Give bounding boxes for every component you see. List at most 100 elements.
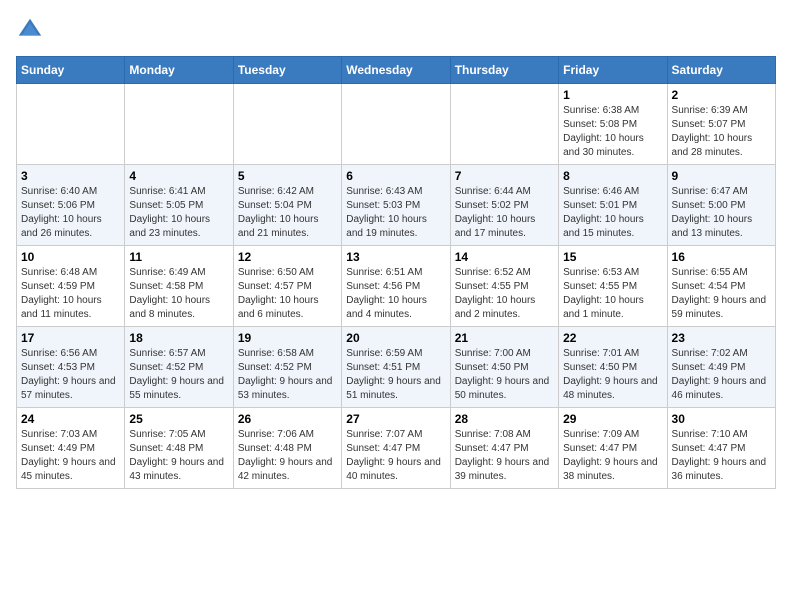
calendar-cell: 30Sunrise: 7:10 AM Sunset: 4:47 PM Dayli…: [667, 408, 775, 489]
calendar-cell: 15 Sunrise: 6:53 AM Sunset: 4:55 PM Dayli…: [559, 246, 667, 327]
calendar-cell: 29 Sunrise: 7:09 AM Sunset: 4:47 PM Dayli…: [559, 408, 667, 489]
logo: [16, 16, 48, 44]
day-number: 11: [129, 250, 228, 264]
day-number: 23: [672, 331, 771, 345]
calendar-cell: 16 Sunrise: 6:55 AM Sunset: 4:54 PM Dayli…: [667, 246, 775, 327]
day-info: Sunrise: 6:44 AM Sunset: 5:02 PM Dayligh…: [455, 185, 554, 241]
day-number: 22: [563, 331, 662, 345]
calendar-table: SundayMondayTuesdayWednesdayThursdayFrid…: [16, 56, 776, 489]
day-number: 17: [21, 331, 120, 345]
calendar-cell: 24Sunrise: 7:03 AM Sunset: 4:49 PM Dayli…: [17, 408, 125, 489]
calendar-cell: [450, 84, 558, 165]
calendar-header: SundayMondayTuesdayWednesdayThursdayFrid…: [17, 57, 776, 84]
page-header: [16, 16, 776, 44]
calendar-cell: [233, 84, 341, 165]
day-info: Sunrise: 7:03 AM Sunset: 4:49 PM Dayligh…: [21, 428, 120, 484]
day-info: Sunrise: 7:08 AM Sunset: 4:47 PM Dayligh…: [455, 428, 554, 484]
calendar-cell: 27 Sunrise: 7:07 AM Sunset: 4:47 PM Dayli…: [342, 408, 450, 489]
calendar-cell: [125, 84, 233, 165]
day-info: Sunrise: 7:10 AM Sunset: 4:47 PM Dayligh…: [672, 428, 771, 484]
day-number: 26: [238, 412, 337, 426]
weekday-header-friday: Friday: [559, 57, 667, 84]
calendar-cell: 4 Sunrise: 6:41 AM Sunset: 5:05 PM Daylig…: [125, 165, 233, 246]
calendar-cell: 9 Sunrise: 6:47 AM Sunset: 5:00 PM Daylig…: [667, 165, 775, 246]
calendar-week-1: 1 Sunrise: 6:38 AM Sunset: 5:08 PM Daylig…: [17, 84, 776, 165]
day-number: 13: [346, 250, 445, 264]
calendar-cell: 21Sunrise: 7:00 AM Sunset: 4:50 PM Dayli…: [450, 327, 558, 408]
day-number: 5: [238, 169, 337, 183]
day-number: 1: [563, 88, 662, 102]
weekday-header-tuesday: Tuesday: [233, 57, 341, 84]
day-number: 15: [563, 250, 662, 264]
calendar-cell: 5 Sunrise: 6:42 AM Sunset: 5:04 PM Daylig…: [233, 165, 341, 246]
calendar-week-2: 3 Sunrise: 6:40 AM Sunset: 5:06 PM Daylig…: [17, 165, 776, 246]
weekday-header-monday: Monday: [125, 57, 233, 84]
calendar-cell: 7Sunrise: 6:44 AM Sunset: 5:02 PM Daylig…: [450, 165, 558, 246]
day-info: Sunrise: 7:05 AM Sunset: 4:48 PM Dayligh…: [129, 428, 228, 484]
weekday-header-saturday: Saturday: [667, 57, 775, 84]
day-number: 9: [672, 169, 771, 183]
day-number: 2: [672, 88, 771, 102]
day-number: 28: [455, 412, 554, 426]
weekday-header-wednesday: Wednesday: [342, 57, 450, 84]
calendar-week-3: 10 Sunrise: 6:48 AM Sunset: 4:59 PM Dayli…: [17, 246, 776, 327]
calendar-cell: [342, 84, 450, 165]
day-number: 29: [563, 412, 662, 426]
day-info: Sunrise: 6:43 AM Sunset: 5:03 PM Dayligh…: [346, 185, 445, 241]
day-info: Sunrise: 6:50 AM Sunset: 4:57 PM Dayligh…: [238, 266, 337, 322]
day-number: 27: [346, 412, 445, 426]
day-info: Sunrise: 6:53 AM Sunset: 4:55 PM Dayligh…: [563, 266, 662, 322]
day-number: 12: [238, 250, 337, 264]
day-number: 10: [21, 250, 120, 264]
calendar-cell: 22Sunrise: 7:01 AM Sunset: 4:50 PM Dayli…: [559, 327, 667, 408]
day-number: 8: [563, 169, 662, 183]
calendar-cell: 12 Sunrise: 6:50 AM Sunset: 4:57 PM Dayli…: [233, 246, 341, 327]
day-info: Sunrise: 6:57 AM Sunset: 4:52 PM Dayligh…: [129, 347, 228, 403]
calendar-cell: 19Sunrise: 6:58 AM Sunset: 4:52 PM Dayli…: [233, 327, 341, 408]
day-info: Sunrise: 6:52 AM Sunset: 4:55 PM Dayligh…: [455, 266, 554, 322]
day-info: Sunrise: 6:38 AM Sunset: 5:08 PM Dayligh…: [563, 104, 662, 160]
day-info: Sunrise: 6:55 AM Sunset: 4:54 PM Dayligh…: [672, 266, 771, 322]
calendar-cell: [17, 84, 125, 165]
calendar-cell: 6Sunrise: 6:43 AM Sunset: 5:03 PM Daylig…: [342, 165, 450, 246]
day-info: Sunrise: 6:41 AM Sunset: 5:05 PM Dayligh…: [129, 185, 228, 241]
calendar-cell: 14Sunrise: 6:52 AM Sunset: 4:55 PM Dayli…: [450, 246, 558, 327]
day-info: Sunrise: 6:42 AM Sunset: 5:04 PM Dayligh…: [238, 185, 337, 241]
calendar-week-5: 24Sunrise: 7:03 AM Sunset: 4:49 PM Dayli…: [17, 408, 776, 489]
calendar-cell: 2Sunrise: 6:39 AM Sunset: 5:07 PM Daylig…: [667, 84, 775, 165]
day-info: Sunrise: 7:00 AM Sunset: 4:50 PM Dayligh…: [455, 347, 554, 403]
calendar-cell: 11Sunrise: 6:49 AM Sunset: 4:58 PM Dayli…: [125, 246, 233, 327]
calendar-cell: 3 Sunrise: 6:40 AM Sunset: 5:06 PM Daylig…: [17, 165, 125, 246]
day-info: Sunrise: 7:07 AM Sunset: 4:47 PM Dayligh…: [346, 428, 445, 484]
calendar-cell: 1 Sunrise: 6:38 AM Sunset: 5:08 PM Daylig…: [559, 84, 667, 165]
day-number: 3: [21, 169, 120, 183]
day-info: Sunrise: 7:06 AM Sunset: 4:48 PM Dayligh…: [238, 428, 337, 484]
calendar-cell: 28 Sunrise: 7:08 AM Sunset: 4:47 PM Dayli…: [450, 408, 558, 489]
day-number: 19: [238, 331, 337, 345]
weekday-header-thursday: Thursday: [450, 57, 558, 84]
weekday-header-sunday: Sunday: [17, 57, 125, 84]
day-number: 18: [129, 331, 228, 345]
calendar-cell: 13 Sunrise: 6:51 AM Sunset: 4:56 PM Dayli…: [342, 246, 450, 327]
day-number: 4: [129, 169, 228, 183]
day-info: Sunrise: 6:40 AM Sunset: 5:06 PM Dayligh…: [21, 185, 120, 241]
calendar-cell: 23 Sunrise: 7:02 AM Sunset: 4:49 PM Dayli…: [667, 327, 775, 408]
day-number: 16: [672, 250, 771, 264]
logo-icon: [16, 16, 44, 44]
day-info: Sunrise: 6:47 AM Sunset: 5:00 PM Dayligh…: [672, 185, 771, 241]
day-info: Sunrise: 7:02 AM Sunset: 4:49 PM Dayligh…: [672, 347, 771, 403]
day-number: 20: [346, 331, 445, 345]
calendar-cell: 18 Sunrise: 6:57 AM Sunset: 4:52 PM Dayli…: [125, 327, 233, 408]
calendar-week-4: 17 Sunrise: 6:56 AM Sunset: 4:53 PM Dayli…: [17, 327, 776, 408]
day-number: 25: [129, 412, 228, 426]
day-info: Sunrise: 6:59 AM Sunset: 4:51 PM Dayligh…: [346, 347, 445, 403]
day-info: Sunrise: 6:51 AM Sunset: 4:56 PM Dayligh…: [346, 266, 445, 322]
calendar-cell: 26 Sunrise: 7:06 AM Sunset: 4:48 PM Dayli…: [233, 408, 341, 489]
day-info: Sunrise: 6:48 AM Sunset: 4:59 PM Dayligh…: [21, 266, 120, 322]
calendar-cell: 10 Sunrise: 6:48 AM Sunset: 4:59 PM Dayli…: [17, 246, 125, 327]
calendar-cell: 20 Sunrise: 6:59 AM Sunset: 4:51 PM Dayli…: [342, 327, 450, 408]
day-info: Sunrise: 7:09 AM Sunset: 4:47 PM Dayligh…: [563, 428, 662, 484]
day-info: Sunrise: 6:56 AM Sunset: 4:53 PM Dayligh…: [21, 347, 120, 403]
calendar-cell: 8Sunrise: 6:46 AM Sunset: 5:01 PM Daylig…: [559, 165, 667, 246]
calendar-cell: 25 Sunrise: 7:05 AM Sunset: 4:48 PM Dayli…: [125, 408, 233, 489]
